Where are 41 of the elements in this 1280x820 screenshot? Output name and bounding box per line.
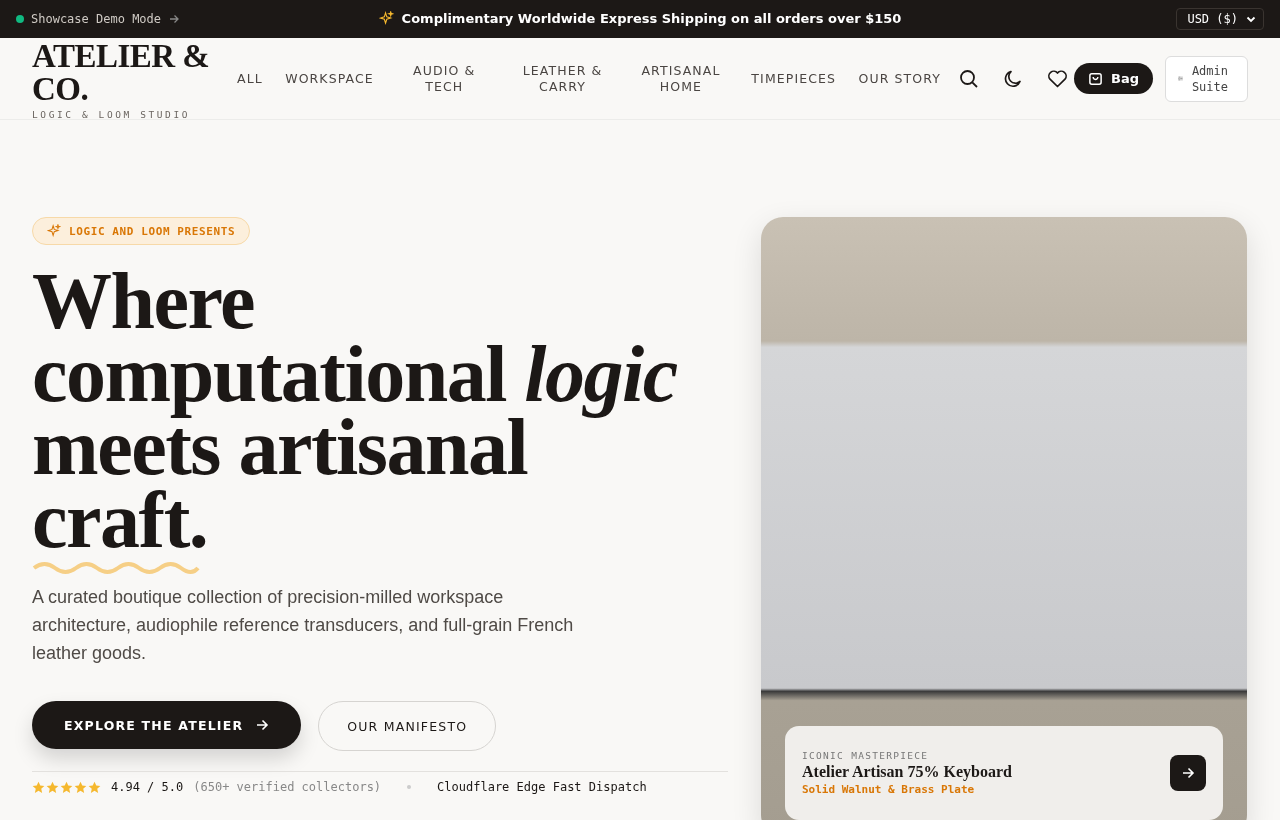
currency-select[interactable]: USD ($)	[1176, 8, 1264, 30]
feature-title: Atelier Artisan 75% Keyboard	[802, 763, 1012, 781]
search-icon[interactable]	[959, 68, 979, 89]
feature-eyebrow: ICONIC MASTERPIECE	[802, 750, 930, 761]
nav-link[interactable]: ALL	[237, 70, 263, 87]
presents-badge: LOGIC AND LOOM PRESENTS	[32, 217, 251, 245]
hero-description: A curated boutique collection of precision-milled workspace architecture, audiophile reference transducers, and full-grain French leather goods.	[32, 586, 575, 665]
star-icon	[46, 780, 59, 794]
dispatch-label: Cloudflare Edge Fast Dispatch	[437, 780, 647, 794]
status-dot	[16, 15, 24, 23]
nav-link[interactable]: AUDIO & TECH	[396, 62, 493, 95]
explore-button[interactable]: EXPLORE THE ATELIER	[32, 701, 302, 749]
nav-link[interactable]: WORKSPACE	[285, 70, 374, 87]
star-icon	[88, 780, 101, 794]
feature-subtitle: Solid Walnut & Brass Plate	[802, 783, 976, 796]
moon-icon[interactable]	[1003, 68, 1023, 89]
manifesto-button[interactable]: OUR MANIFESTO	[318, 701, 497, 751]
shopping-bag-icon	[1088, 71, 1103, 86]
shipping-announcement: Complimentary Worldwide Express Shipping on all orders over $150	[401, 11, 902, 26]
heart-icon[interactable]	[1047, 69, 1068, 88]
chevron-down-icon	[1246, 14, 1256, 24]
nav-link[interactable]: TIMEPIECES	[751, 70, 837, 87]
brand-tagline: LOGIC & LOOM STUDIO	[32, 108, 192, 120]
star-icon	[60, 780, 73, 794]
demo-mode-label: Showcase Demo Mode	[31, 12, 162, 26]
hero-headline: Where computational logic meets artisanal craft.	[32, 265, 677, 557]
nav-link[interactable]: LEATHER & CARRY	[514, 62, 611, 95]
rating-count: (650+ verified collectors)	[193, 780, 382, 794]
rating-score: 4.94 / 5.0	[111, 780, 184, 794]
arrow-right-icon	[255, 718, 270, 732]
arrow-right-icon	[1181, 766, 1195, 780]
sparkle-icon	[378, 11, 394, 26]
star-icon	[74, 780, 87, 794]
star-icon	[32, 780, 45, 794]
bag-button[interactable]: Bag	[1074, 63, 1153, 94]
arrow-button[interactable]	[1170, 755, 1206, 791]
admin-suite-button[interactable]: Admin Suite	[1165, 55, 1248, 102]
nav-link[interactable]: ARTISANAL HOME	[632, 62, 729, 95]
arrow-icon	[168, 13, 181, 25]
brand-logo[interactable]: ATELIER & CO.	[32, 39, 217, 106]
nav-link[interactable]: OUR STORY	[858, 70, 941, 87]
